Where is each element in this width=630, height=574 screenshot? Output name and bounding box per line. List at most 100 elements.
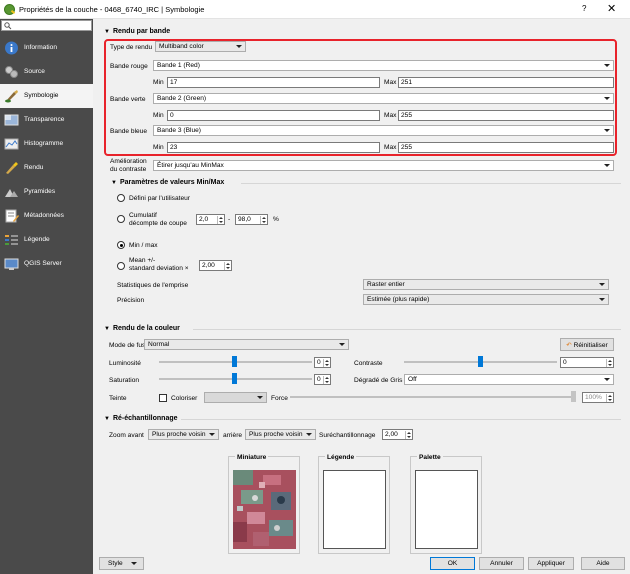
extent-stats-select[interactable]: Raster entier: [363, 279, 609, 290]
cancel-button[interactable]: Annuler: [479, 557, 524, 570]
apply-button[interactable]: Appliquer: [528, 557, 574, 570]
title-bar: Propriétés de la couche - 0468_6740_IRC …: [0, 0, 630, 19]
sidebar-item-legend[interactable]: Légende: [0, 228, 93, 252]
red-max-label: Max: [384, 79, 397, 86]
legend-preview: [323, 470, 386, 549]
red-min-input[interactable]: 17: [167, 77, 380, 88]
colorize-color-button[interactable]: [204, 392, 267, 403]
pyramids-icon: [5, 189, 18, 197]
mean-stddev-label: Mean +/- standard deviation ×: [129, 257, 189, 272]
chevron-down-icon: [604, 378, 610, 381]
brightness-slider-handle[interactable]: [232, 356, 237, 367]
minmax-label: Min / max: [129, 242, 158, 249]
thumbnail-group: Miniature: [228, 454, 300, 554]
sidebar-item-source[interactable]: Source: [0, 60, 93, 84]
render-type-select[interactable]: Multiband color: [155, 41, 246, 52]
user-defined-radio[interactable]: [117, 194, 125, 202]
cumulative-label: Cumulatif décompte de coupe: [129, 212, 187, 227]
blend-mode-select[interactable]: Normal: [144, 339, 349, 350]
sidebar-item-histogram[interactable]: Histogramme: [0, 132, 93, 156]
precision-select[interactable]: Estimée (plus rapide): [363, 294, 609, 305]
undo-icon: ↶: [566, 342, 574, 349]
green-min-input[interactable]: 0: [167, 110, 380, 121]
sidebar-item-label: QGIS Server: [24, 260, 62, 267]
cumulative-radio[interactable]: [117, 215, 125, 223]
thumbnail-image: [233, 470, 296, 549]
close-button[interactable]: ✕: [607, 2, 616, 15]
contrast-spinbox[interactable]: 0: [560, 357, 614, 368]
window-title: Propriétés de la couche - 0468_6740_IRC …: [19, 5, 205, 14]
ok-button[interactable]: OK: [430, 557, 475, 570]
extent-stats-label: Statistiques de l'emprise: [117, 282, 189, 289]
sidebar-item-label: Histogramme: [24, 140, 64, 147]
blue-max-input[interactable]: 255: [398, 142, 614, 153]
reset-button[interactable]: ↶ Réinitialiser: [560, 338, 614, 351]
colorize-checkbox[interactable]: [159, 394, 167, 402]
zoom-in-label: Zoom avant: [109, 432, 144, 439]
rendering-icon: [6, 162, 18, 174]
section-band-rendering[interactable]: ▼ Rendu par bande: [104, 28, 170, 35]
saturation-spinbox[interactable]: 0: [314, 374, 331, 385]
zoom-in-select[interactable]: Plus proche voisin: [148, 429, 219, 440]
sidebar-item-label: Rendu: [24, 164, 44, 171]
sidebar-item-information[interactable]: Information: [0, 36, 93, 60]
sidebar-item-rendering[interactable]: Rendu: [0, 156, 93, 180]
green-max-label: Max: [384, 112, 397, 119]
red-max-input[interactable]: 251: [398, 77, 614, 88]
grayscale-select[interactable]: Off: [404, 374, 614, 385]
oversampling-spinbox[interactable]: 2,00: [382, 429, 413, 440]
qgis-server-icon: [4, 258, 19, 270]
zoom-out-select[interactable]: Plus proche voisin: [245, 429, 316, 440]
green-band-label: Bande verte: [110, 96, 146, 103]
metadata-icon: [5, 209, 19, 223]
green-band-select[interactable]: Bande 2 (Green): [153, 93, 614, 104]
force-slider-handle[interactable]: [571, 391, 576, 402]
source-icon: [5, 66, 18, 78]
contrast-enhancement-select[interactable]: Étirer jusqu'au MinMax: [153, 160, 614, 171]
force-spinbox[interactable]: 100%: [582, 392, 614, 403]
blue-min-input[interactable]: 23: [167, 142, 380, 153]
sidebar-item-symbology[interactable]: Symbologie: [0, 84, 93, 108]
palette-title: Palette: [417, 454, 443, 461]
green-min-label: Min: [153, 112, 164, 119]
chevron-down-icon: [339, 343, 345, 346]
force-label: Force: [271, 395, 288, 402]
section-color-rendering[interactable]: ▼ Rendu de la couleur: [104, 325, 180, 332]
section-minmax[interactable]: ▼ Paramètres de valeurs Min/Max: [111, 179, 224, 186]
saturation-label: Saturation: [109, 377, 140, 384]
oversampling-label: Suréchantillonnage: [319, 432, 376, 439]
red-min-label: Min: [153, 79, 164, 86]
chevron-down-icon: [604, 64, 610, 67]
divider: [241, 183, 621, 184]
help-dialog-button[interactable]: Aide: [581, 557, 625, 570]
cumulative-low-spinbox[interactable]: 2,0: [196, 214, 225, 225]
stddev-spinbox[interactable]: 2,00: [199, 260, 232, 271]
sidebar-item-transparency[interactable]: Transparence: [0, 108, 93, 132]
cumulative-high-spinbox[interactable]: 98,0: [235, 214, 268, 225]
cumulative-separator: -: [228, 216, 231, 223]
brightness-spinbox[interactable]: 0: [314, 357, 331, 368]
green-max-input[interactable]: 255: [398, 110, 614, 121]
style-menu-button[interactable]: Style: [99, 557, 144, 570]
chevron-down-icon: [599, 283, 605, 286]
help-button[interactable]: ?: [582, 4, 586, 13]
sidebar-item-metadata[interactable]: Métadonnées: [0, 204, 93, 228]
blue-band-select[interactable]: Bande 3 (Blue): [153, 125, 614, 136]
minmax-radio[interactable]: [117, 241, 125, 249]
force-slider[interactable]: [290, 396, 574, 398]
blue-band-label: Bande bleue: [110, 128, 148, 135]
contrast-enhancement-label: Amélioration du contraste: [110, 158, 147, 173]
saturation-slider-handle[interactable]: [232, 373, 237, 384]
chevron-down-icon: [236, 45, 242, 48]
sidebar-item-pyramids[interactable]: Pyramides: [0, 180, 93, 204]
sidebar-item-qgis-server[interactable]: QGIS Server: [0, 252, 93, 276]
red-band-select[interactable]: Bande 1 (Red): [153, 60, 614, 71]
chevron-down-icon: [209, 433, 215, 436]
sidebar-search-input[interactable]: [1, 20, 92, 31]
user-defined-label: Défini par l'utilisateur: [129, 195, 190, 202]
mean-stddev-radio[interactable]: [117, 262, 125, 270]
contrast-slider-handle[interactable]: [478, 356, 483, 367]
chevron-down-icon: [604, 97, 610, 100]
chevron-down-icon: [599, 298, 605, 301]
section-resampling[interactable]: ▼ Ré-échantillonnage: [104, 415, 178, 422]
